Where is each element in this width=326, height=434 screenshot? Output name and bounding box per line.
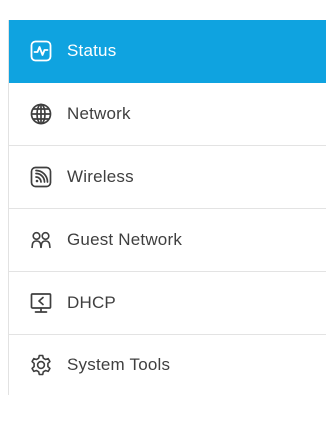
globe-icon	[29, 102, 53, 126]
sidebar-item-system-tools[interactable]: System Tools	[9, 335, 326, 395]
sidebar-item-label: Status	[67, 41, 117, 60]
sidebar-item-label: Wireless	[67, 167, 134, 186]
sidebar-menu: Status Network Wireless Guest Network DH…	[8, 20, 326, 395]
sidebar-item-dhcp[interactable]: DHCP	[9, 272, 326, 335]
sidebar-item-guest-network[interactable]: Guest Network	[9, 209, 326, 272]
sidebar-item-label: Network	[67, 104, 131, 123]
sidebar-item-wireless[interactable]: Wireless	[9, 146, 326, 209]
sidebar-item-label: System Tools	[67, 355, 171, 374]
gear-icon	[29, 353, 53, 377]
sidebar-item-label: Guest Network	[67, 230, 183, 249]
dhcp-monitor-icon	[29, 291, 53, 315]
status-icon	[29, 39, 53, 63]
sidebar-item-network[interactable]: Network	[9, 83, 326, 146]
wireless-icon	[29, 165, 53, 189]
guest-users-icon	[29, 228, 53, 252]
sidebar-item-status[interactable]: Status	[9, 20, 326, 83]
sidebar-item-label: DHCP	[67, 293, 116, 312]
